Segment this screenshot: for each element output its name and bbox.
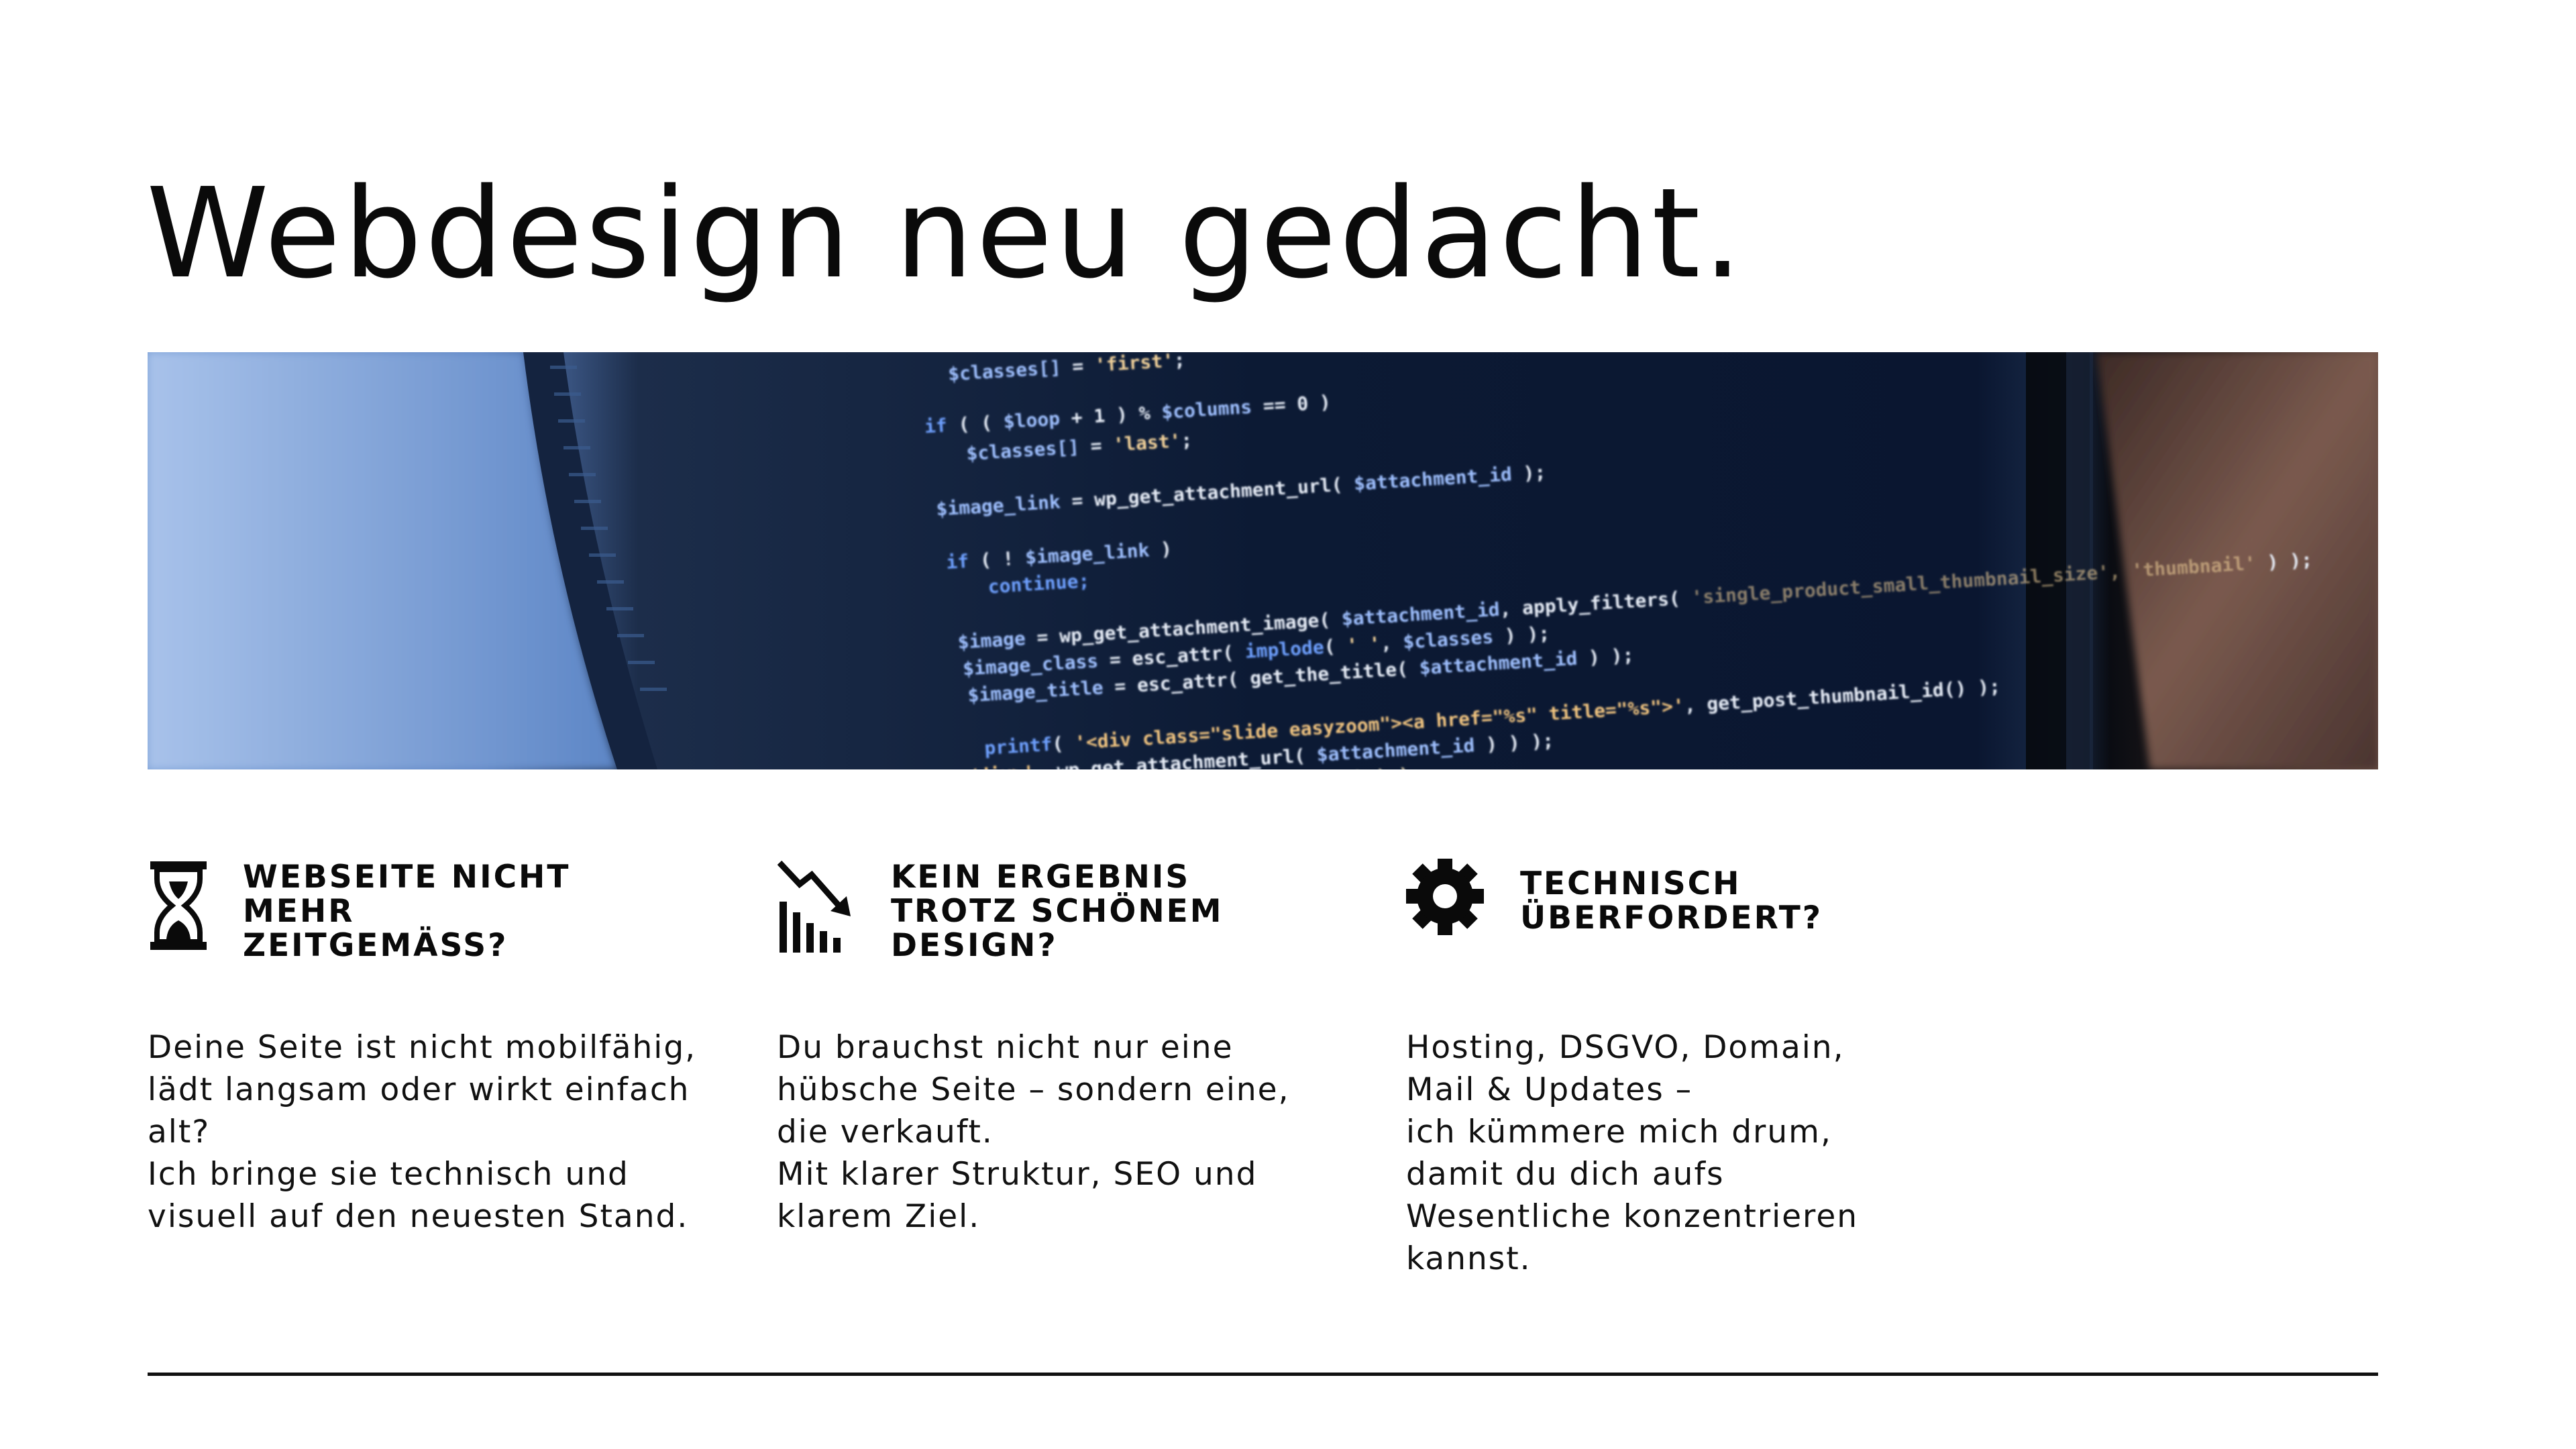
bottom-divider — [148, 1373, 2378, 1376]
feature-technical-overload: TECHNISCH ÜBERFORDERT? Hosting, DSGVO, D… — [1406, 859, 1983, 1277]
declining-chart-icon — [777, 859, 857, 953]
code-screen-photo: $classes[] = 'first'; if ( ( $loop + 1 )… — [148, 352, 2378, 769]
feature-description: Hosting, DSGVO, Domain, Mail & Updates –… — [1406, 1029, 1859, 1277]
feature-description: Deine Seite ist nicht mobilfähig, lädt l… — [148, 1029, 697, 1235]
page-title: Webdesign neu gedacht. — [146, 161, 1746, 306]
feature-description: Du brauchst nicht nur eine hübsche Seite… — [777, 1029, 1290, 1235]
slide-page: Webdesign neu gedacht. $classes[] = 'fir… — [0, 0, 2576, 1449]
feature-title: KEIN ERGEBNIS TROTZ SCHÖNEM DESIGN? — [891, 859, 1224, 964]
feature-header: TECHNISCH ÜBERFORDERT? — [1406, 859, 1983, 1033]
hero-code-image: $classes[] = 'first'; if ( ( $loop + 1 )… — [148, 352, 2378, 769]
feature-header: KEIN ERGEBNIS TROTZ SCHÖNEM DESIGN? — [777, 859, 1354, 1033]
feature-no-results: KEIN ERGEBNIS TROTZ SCHÖNEM DESIGN? Du b… — [777, 859, 1354, 1235]
feature-title: TECHNISCH ÜBERFORDERT? — [1520, 865, 1823, 936]
feature-outdated-website: WEBSEITE NICHT MEHR ZEITGEMÄSS? Deine Se… — [148, 859, 724, 1235]
feature-title: WEBSEITE NICHT MEHR ZEITGEMÄSS? — [243, 859, 571, 964]
feature-header: WEBSEITE NICHT MEHR ZEITGEMÄSS? — [148, 859, 724, 1033]
gear-icon — [1406, 859, 1487, 953]
hourglass-icon — [148, 859, 228, 953]
